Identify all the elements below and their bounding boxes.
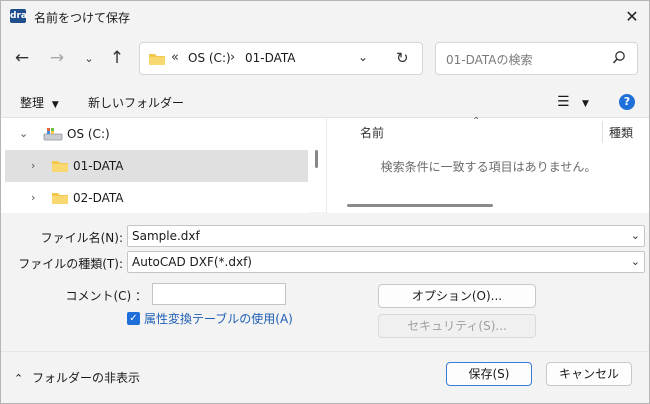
arrow-right-icon: → xyxy=(49,48,65,68)
caret-down-icon: ▼ xyxy=(582,99,589,109)
save-as-dialog: dra 名前をつけて保存 ✕ ← → ⌄ ↑ « OS (C:) › 01-DA… xyxy=(0,0,650,404)
tree-item-label: OS (C:) xyxy=(67,127,110,141)
address-bar[interactable]: « OS (C:) › 01-DATA ⌄ ↻ xyxy=(139,42,423,75)
chevron-right-icon: › xyxy=(31,159,36,172)
address-segment-folder[interactable]: 01-DATA xyxy=(245,51,296,65)
arrow-up-icon: ↑ xyxy=(109,48,125,68)
search-icon xyxy=(612,51,625,64)
chevron-up-icon: ⌃ xyxy=(14,372,24,385)
chevron-down-icon[interactable]: ⌄ xyxy=(631,229,640,242)
list-scrollbar[interactable] xyxy=(347,204,493,207)
filename-label: ファイル名(N): xyxy=(40,231,123,245)
view-options-button[interactable]: ☰ ▼ xyxy=(557,94,589,110)
sort-up-icon: ⌃ xyxy=(472,116,481,127)
save-button[interactable]: 保存(S) xyxy=(446,362,532,386)
organize-button[interactable]: 整理 ▼ xyxy=(20,94,59,111)
file-list[interactable]: ⌃ 名前 種類 検索条件に一致する項目はありません。 xyxy=(326,116,649,213)
chevron-down-icon[interactable]: ⌄ xyxy=(631,255,640,268)
security-button[interactable]: セキュリティ(S)... xyxy=(378,314,536,338)
back-button[interactable]: ← xyxy=(9,45,35,71)
up-button[interactable]: ↑ xyxy=(104,45,130,71)
organize-label: 整理 xyxy=(20,96,45,110)
tree-item-02-data[interactable]: › 02-DATA xyxy=(5,182,308,214)
column-header-type[interactable]: 種類 xyxy=(609,124,633,141)
hide-folders-button[interactable]: ⌃ フォルダーの非表示 xyxy=(14,369,140,386)
tree-item-drive[interactable]: ⌄ OS (C:) xyxy=(5,118,308,150)
column-header-name[interactable]: 名前 xyxy=(360,124,384,141)
folder-icon xyxy=(52,193,68,204)
filetype-value: AutoCAD DXF(*.dxf) xyxy=(132,255,252,269)
chevron-down-icon: ⌄ xyxy=(19,127,29,140)
window-title: 名前をつけて保存 xyxy=(34,11,131,25)
new-folder-button[interactable]: 新しいフォルダー xyxy=(88,94,184,111)
hide-folders-label: フォルダーの非表示 xyxy=(32,371,141,385)
address-dropdown-icon[interactable]: ⌄ xyxy=(358,50,368,64)
address-segment-drive[interactable]: OS (C:) xyxy=(188,51,231,65)
tree-item-01-data[interactable]: › 01-DATA xyxy=(5,150,308,182)
chevron-down-icon: ⌄ xyxy=(84,51,94,65)
arrow-left-icon: ← xyxy=(14,48,30,68)
caret-down-icon: ▼ xyxy=(51,100,59,110)
tree-item-label: 01-DATA xyxy=(73,159,124,173)
close-button[interactable]: ✕ xyxy=(617,3,647,29)
options-button[interactable]: オプション(O)... xyxy=(378,284,536,308)
address-overflow-chevron[interactable]: « xyxy=(171,50,179,65)
comment-label: コメント(C) ： xyxy=(65,289,147,303)
folder-icon xyxy=(149,54,165,65)
attribute-table-checkbox[interactable]: ✓ xyxy=(127,312,140,325)
refresh-icon[interactable]: ↻ xyxy=(396,49,409,67)
help-icon[interactable]: ? xyxy=(619,94,635,110)
footer-divider xyxy=(1,351,649,352)
forward-button[interactable]: → xyxy=(44,45,70,71)
drive-icon xyxy=(43,128,63,141)
comment-input[interactable] xyxy=(152,283,286,305)
filetype-label: ファイルの種類(T): xyxy=(18,257,123,271)
search-placeholder: 01-DATAの検索 xyxy=(446,53,533,67)
recent-locations-button[interactable]: ⌄ xyxy=(76,45,102,71)
browser-area: ⌄ OS (C:) › 01-DATA › 02-DATA ⌃ 名前 種類 検索… xyxy=(1,116,649,213)
empty-list-message: 検索条件に一致する項目はありません。 xyxy=(380,160,597,174)
app-logo-icon: dra xyxy=(10,9,27,23)
search-input[interactable]: 01-DATAの検索 xyxy=(435,42,638,75)
attribute-table-label[interactable]: 属性変換テーブルの使用(A) xyxy=(144,310,293,327)
list-view-icon: ☰ xyxy=(557,94,570,110)
column-divider[interactable] xyxy=(602,121,603,143)
filetype-select[interactable]: AutoCAD DXF(*.dxf) ⌄ xyxy=(127,251,645,273)
title-bar: dra 名前をつけて保存 ✕ xyxy=(1,1,649,31)
close-icon: ✕ xyxy=(625,6,639,26)
cancel-button[interactable]: キャンセル xyxy=(546,362,632,386)
nav-scrollbar[interactable] xyxy=(315,150,318,168)
folder-icon xyxy=(52,161,68,172)
chevron-right-icon: › xyxy=(31,191,36,204)
address-separator[interactable]: › xyxy=(230,50,235,65)
filename-value: Sample.dxf xyxy=(132,229,200,243)
tree-item-label: 02-DATA xyxy=(73,191,124,205)
filename-input[interactable]: Sample.dxf ⌄ xyxy=(127,225,645,247)
navigation-pane[interactable]: ⌄ OS (C:) › 01-DATA › 02-DATA xyxy=(1,118,309,213)
